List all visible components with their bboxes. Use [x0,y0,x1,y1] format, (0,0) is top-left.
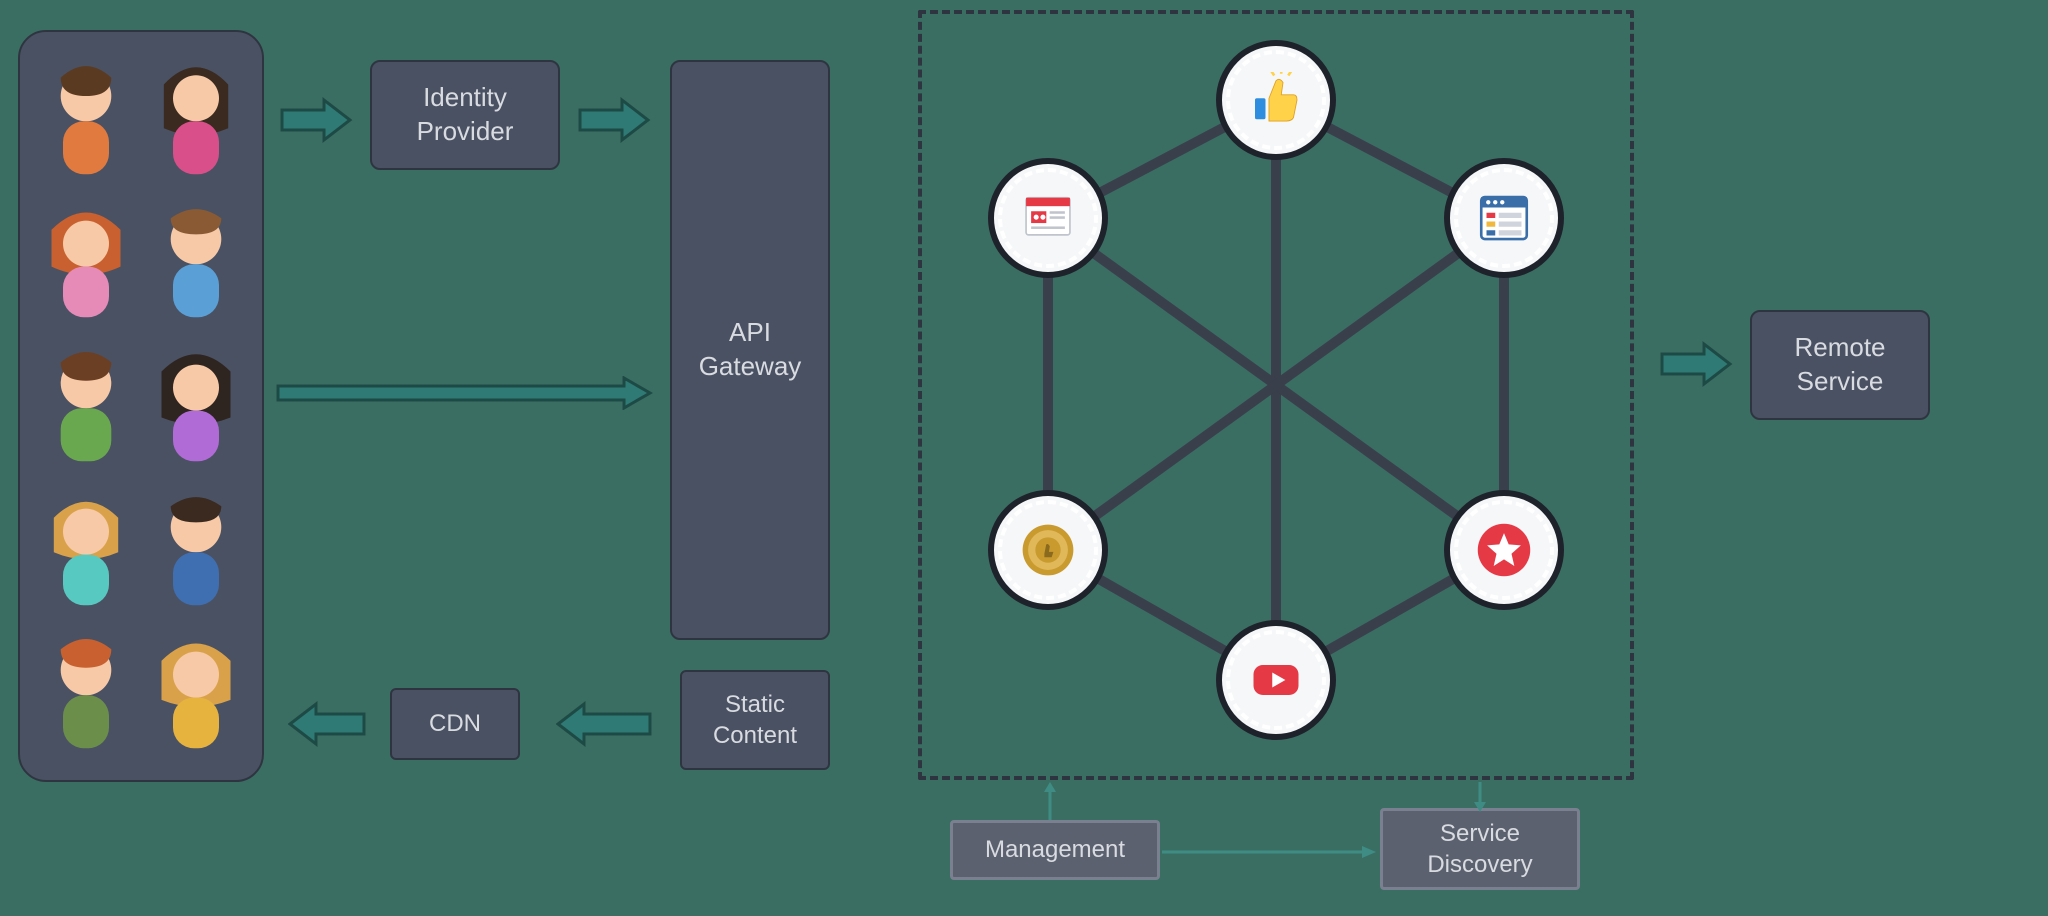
api-gateway-label: API Gateway [699,316,802,384]
service-discovery-label: Service Discovery [1427,818,1532,880]
service-node-video [1216,620,1336,740]
service-node-browser [1444,158,1564,278]
thumbs-up-icon [1246,70,1306,130]
static-content-label: Static Content [713,689,797,751]
service-node-thumbs-up [1216,40,1336,160]
user-avatar [36,196,136,330]
api-gateway-box: API Gateway [670,60,830,640]
popular-badge-icon [1018,520,1078,580]
static-content-box: Static Content [680,670,830,770]
cdn-label: CDN [429,708,481,739]
user-avatar [36,483,136,617]
news-card-icon [1018,188,1078,248]
user-avatar [146,483,246,617]
arrow-mesh-to-remote [1660,340,1734,388]
arrow-cdn-to-users [288,700,366,748]
cdn-box: CDN [390,688,520,760]
arrow-management-to-mesh [1040,782,1060,822]
browser-window-icon [1474,188,1534,248]
arrow-users-to-gateway [276,376,654,410]
identity-provider-box: Identity Provider [370,60,560,170]
identity-provider-label: Identity Provider [417,81,514,149]
user-avatar [146,52,246,186]
remote-service-box: Remote Service [1750,310,1930,420]
user-avatar [36,339,136,473]
user-avatar [36,626,136,760]
user-avatar [146,339,246,473]
users-panel [18,30,264,782]
remote-service-label: Remote Service [1794,331,1885,399]
arrow-management-to-discovery [1162,842,1378,862]
service-node-popular-badge [988,490,1108,610]
user-avatar [36,52,136,186]
arrow-static-to-cdn [556,700,652,748]
management-box: Management [950,820,1160,880]
arrow-identity-to-gateway [578,96,652,144]
star-badge-icon [1474,520,1534,580]
user-avatar [146,196,246,330]
service-node-news [988,158,1108,278]
arrow-users-to-identity [280,96,354,144]
service-node-star [1444,490,1564,610]
service-discovery-box: Service Discovery [1380,808,1580,890]
management-label: Management [985,834,1125,865]
video-play-icon [1246,650,1306,710]
arrow-mesh-to-discovery [1470,782,1490,812]
user-avatar [146,626,246,760]
